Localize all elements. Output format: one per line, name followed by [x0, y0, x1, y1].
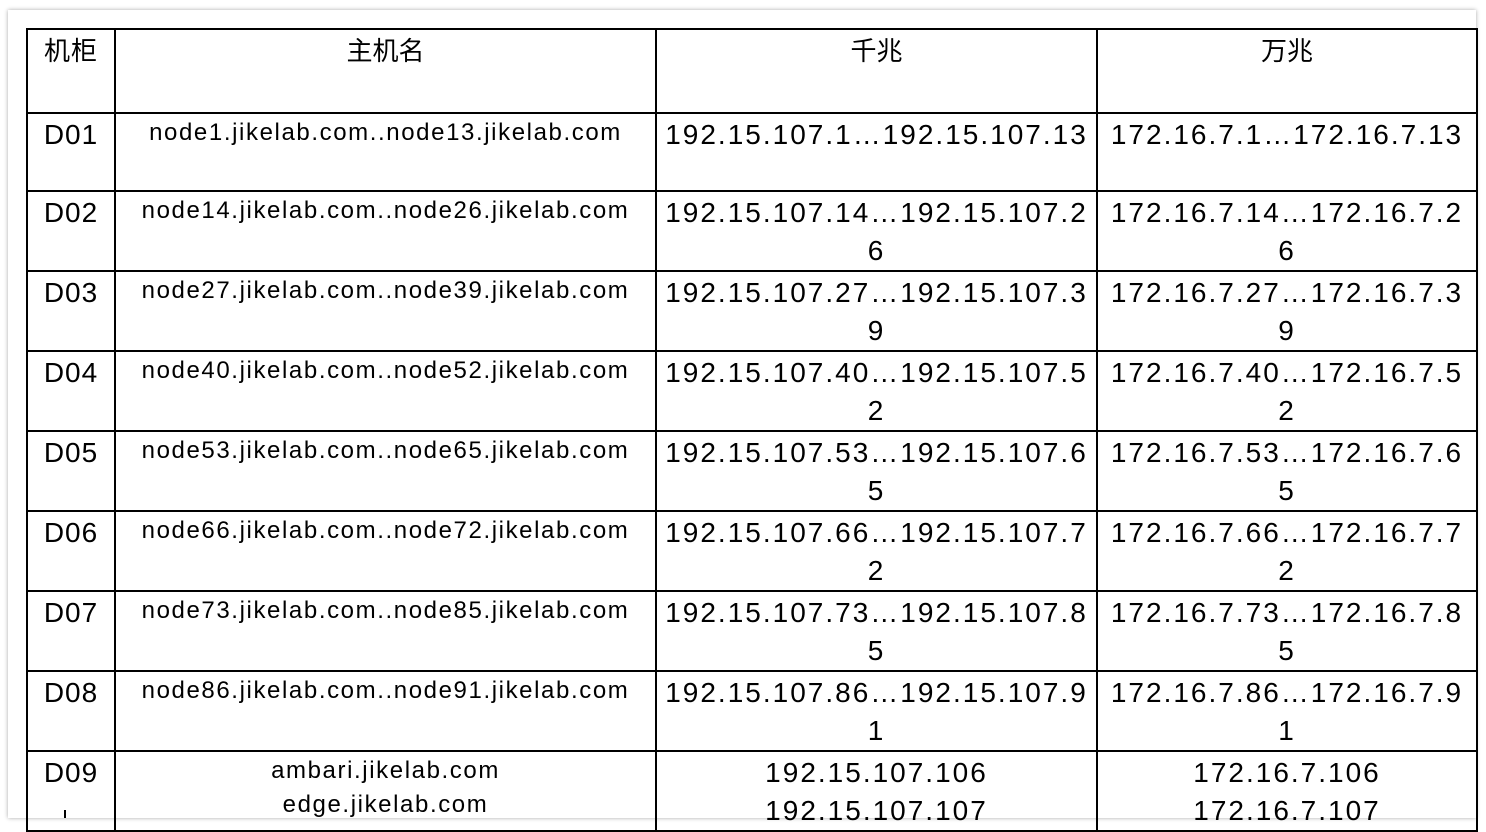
document-page: 机柜 主机名 千兆 万兆 D01 node1.jikelab.com..node1…: [8, 10, 1478, 832]
ip-line: 172.16.7.106: [1193, 757, 1381, 788]
gigabit-cell: 192.15.107.106 192.15.107.107: [655, 750, 1098, 832]
rack-cell: D06: [26, 510, 116, 592]
ten-gigabit-cell: 172.16.7.14…172.16.7.26: [1096, 190, 1478, 272]
header-gigabit: 千兆: [655, 28, 1098, 114]
rack-cell: D04: [26, 350, 116, 432]
gigabit-cell: 192.15.107.66…192.15.107.72: [655, 510, 1098, 592]
table-row: D01 node1.jikelab.com..node13.jikelab.com…: [26, 112, 1478, 192]
ten-gigabit-cell: 172.16.7.53…172.16.7.65: [1096, 430, 1478, 512]
hostname-cell: ambari.jikelab.com edge.jikelab.com: [114, 750, 657, 832]
rack-cell: D08: [26, 670, 116, 752]
gigabit-cell: 192.15.107.27…192.15.107.39: [655, 270, 1098, 352]
gigabit-cell: 192.15.107.73…192.15.107.85: [655, 590, 1098, 672]
table-row: D02 node14.jikelab.com..node26.jikelab.co…: [26, 190, 1478, 272]
ten-gigabit-cell: 172.16.7.40…172.16.7.52: [1096, 350, 1478, 432]
gigabit-cell: 192.15.107.40…192.15.107.52: [655, 350, 1098, 432]
hostname-cell: node40.jikelab.com..node52.jikelab.com: [114, 350, 657, 432]
header-hostname: 主机名: [114, 28, 657, 114]
table-row: D09 ambari.jikelab.com edge.jikelab.com …: [26, 750, 1478, 832]
header-rack: 机柜: [26, 28, 116, 114]
rack-network-table: 机柜 主机名 千兆 万兆 D01 node1.jikelab.com..node1…: [26, 28, 1478, 832]
rack-cell: D05: [26, 430, 116, 512]
gigabit-cell: 192.15.107.14…192.15.107.26: [655, 190, 1098, 272]
gigabit-cell: 192.15.107.1…192.15.107.13: [655, 112, 1098, 192]
ten-gigabit-cell: 172.16.7.106 172.16.7.107: [1096, 750, 1478, 832]
table-row: D06 node66.jikelab.com..node72.jikelab.co…: [26, 510, 1478, 592]
hostname-cell: node14.jikelab.com..node26.jikelab.com: [114, 190, 657, 272]
ten-gigabit-cell: 172.16.7.86…172.16.7.91: [1096, 670, 1478, 752]
table-row: D04 node40.jikelab.com..node52.jikelab.co…: [26, 350, 1478, 432]
hostname-line: ambari.jikelab.com: [271, 757, 500, 784]
table-row: D07 node73.jikelab.com..node85.jikelab.co…: [26, 590, 1478, 672]
text-cursor: [64, 810, 66, 818]
gigabit-cell: 192.15.107.53…192.15.107.65: [655, 430, 1098, 512]
rack-cell: D09: [26, 750, 116, 832]
hostname-cell: node1.jikelab.com..node13.jikelab.com: [114, 112, 657, 192]
ten-gigabit-cell: 172.16.7.27…172.16.7.39: [1096, 270, 1478, 352]
table-row: D05 node53.jikelab.com..node65.jikelab.co…: [26, 430, 1478, 512]
header-ten-gigabit: 万兆: [1096, 28, 1478, 114]
rack-cell: D02: [26, 190, 116, 272]
ip-line: 192.15.107.106: [765, 757, 988, 788]
hostname-cell: node27.jikelab.com..node39.jikelab.com: [114, 270, 657, 352]
rack-cell: D07: [26, 590, 116, 672]
table-row: D08 node86.jikelab.com..node91.jikelab.co…: [26, 670, 1478, 752]
ten-gigabit-cell: 172.16.7.1…172.16.7.13: [1096, 112, 1478, 192]
rack-cell: D01: [26, 112, 116, 192]
table-row: D03 node27.jikelab.com..node39.jikelab.co…: [26, 270, 1478, 352]
header-row: 机柜 主机名 千兆 万兆: [26, 28, 1478, 114]
hostname-cell: node53.jikelab.com..node65.jikelab.com: [114, 430, 657, 512]
hostname-cell: node86.jikelab.com..node91.jikelab.com: [114, 670, 657, 752]
ten-gigabit-cell: 172.16.7.66…172.16.7.72: [1096, 510, 1478, 592]
ten-gigabit-cell: 172.16.7.73…172.16.7.85: [1096, 590, 1478, 672]
ip-line: 172.16.7.107: [1193, 795, 1381, 826]
gigabit-cell: 192.15.107.86…192.15.107.91: [655, 670, 1098, 752]
hostname-line: edge.jikelab.com: [282, 791, 489, 818]
rack-cell: D03: [26, 270, 116, 352]
ip-line: 192.15.107.107: [765, 795, 988, 826]
hostname-cell: node66.jikelab.com..node72.jikelab.com: [114, 510, 657, 592]
hostname-cell: node73.jikelab.com..node85.jikelab.com: [114, 590, 657, 672]
